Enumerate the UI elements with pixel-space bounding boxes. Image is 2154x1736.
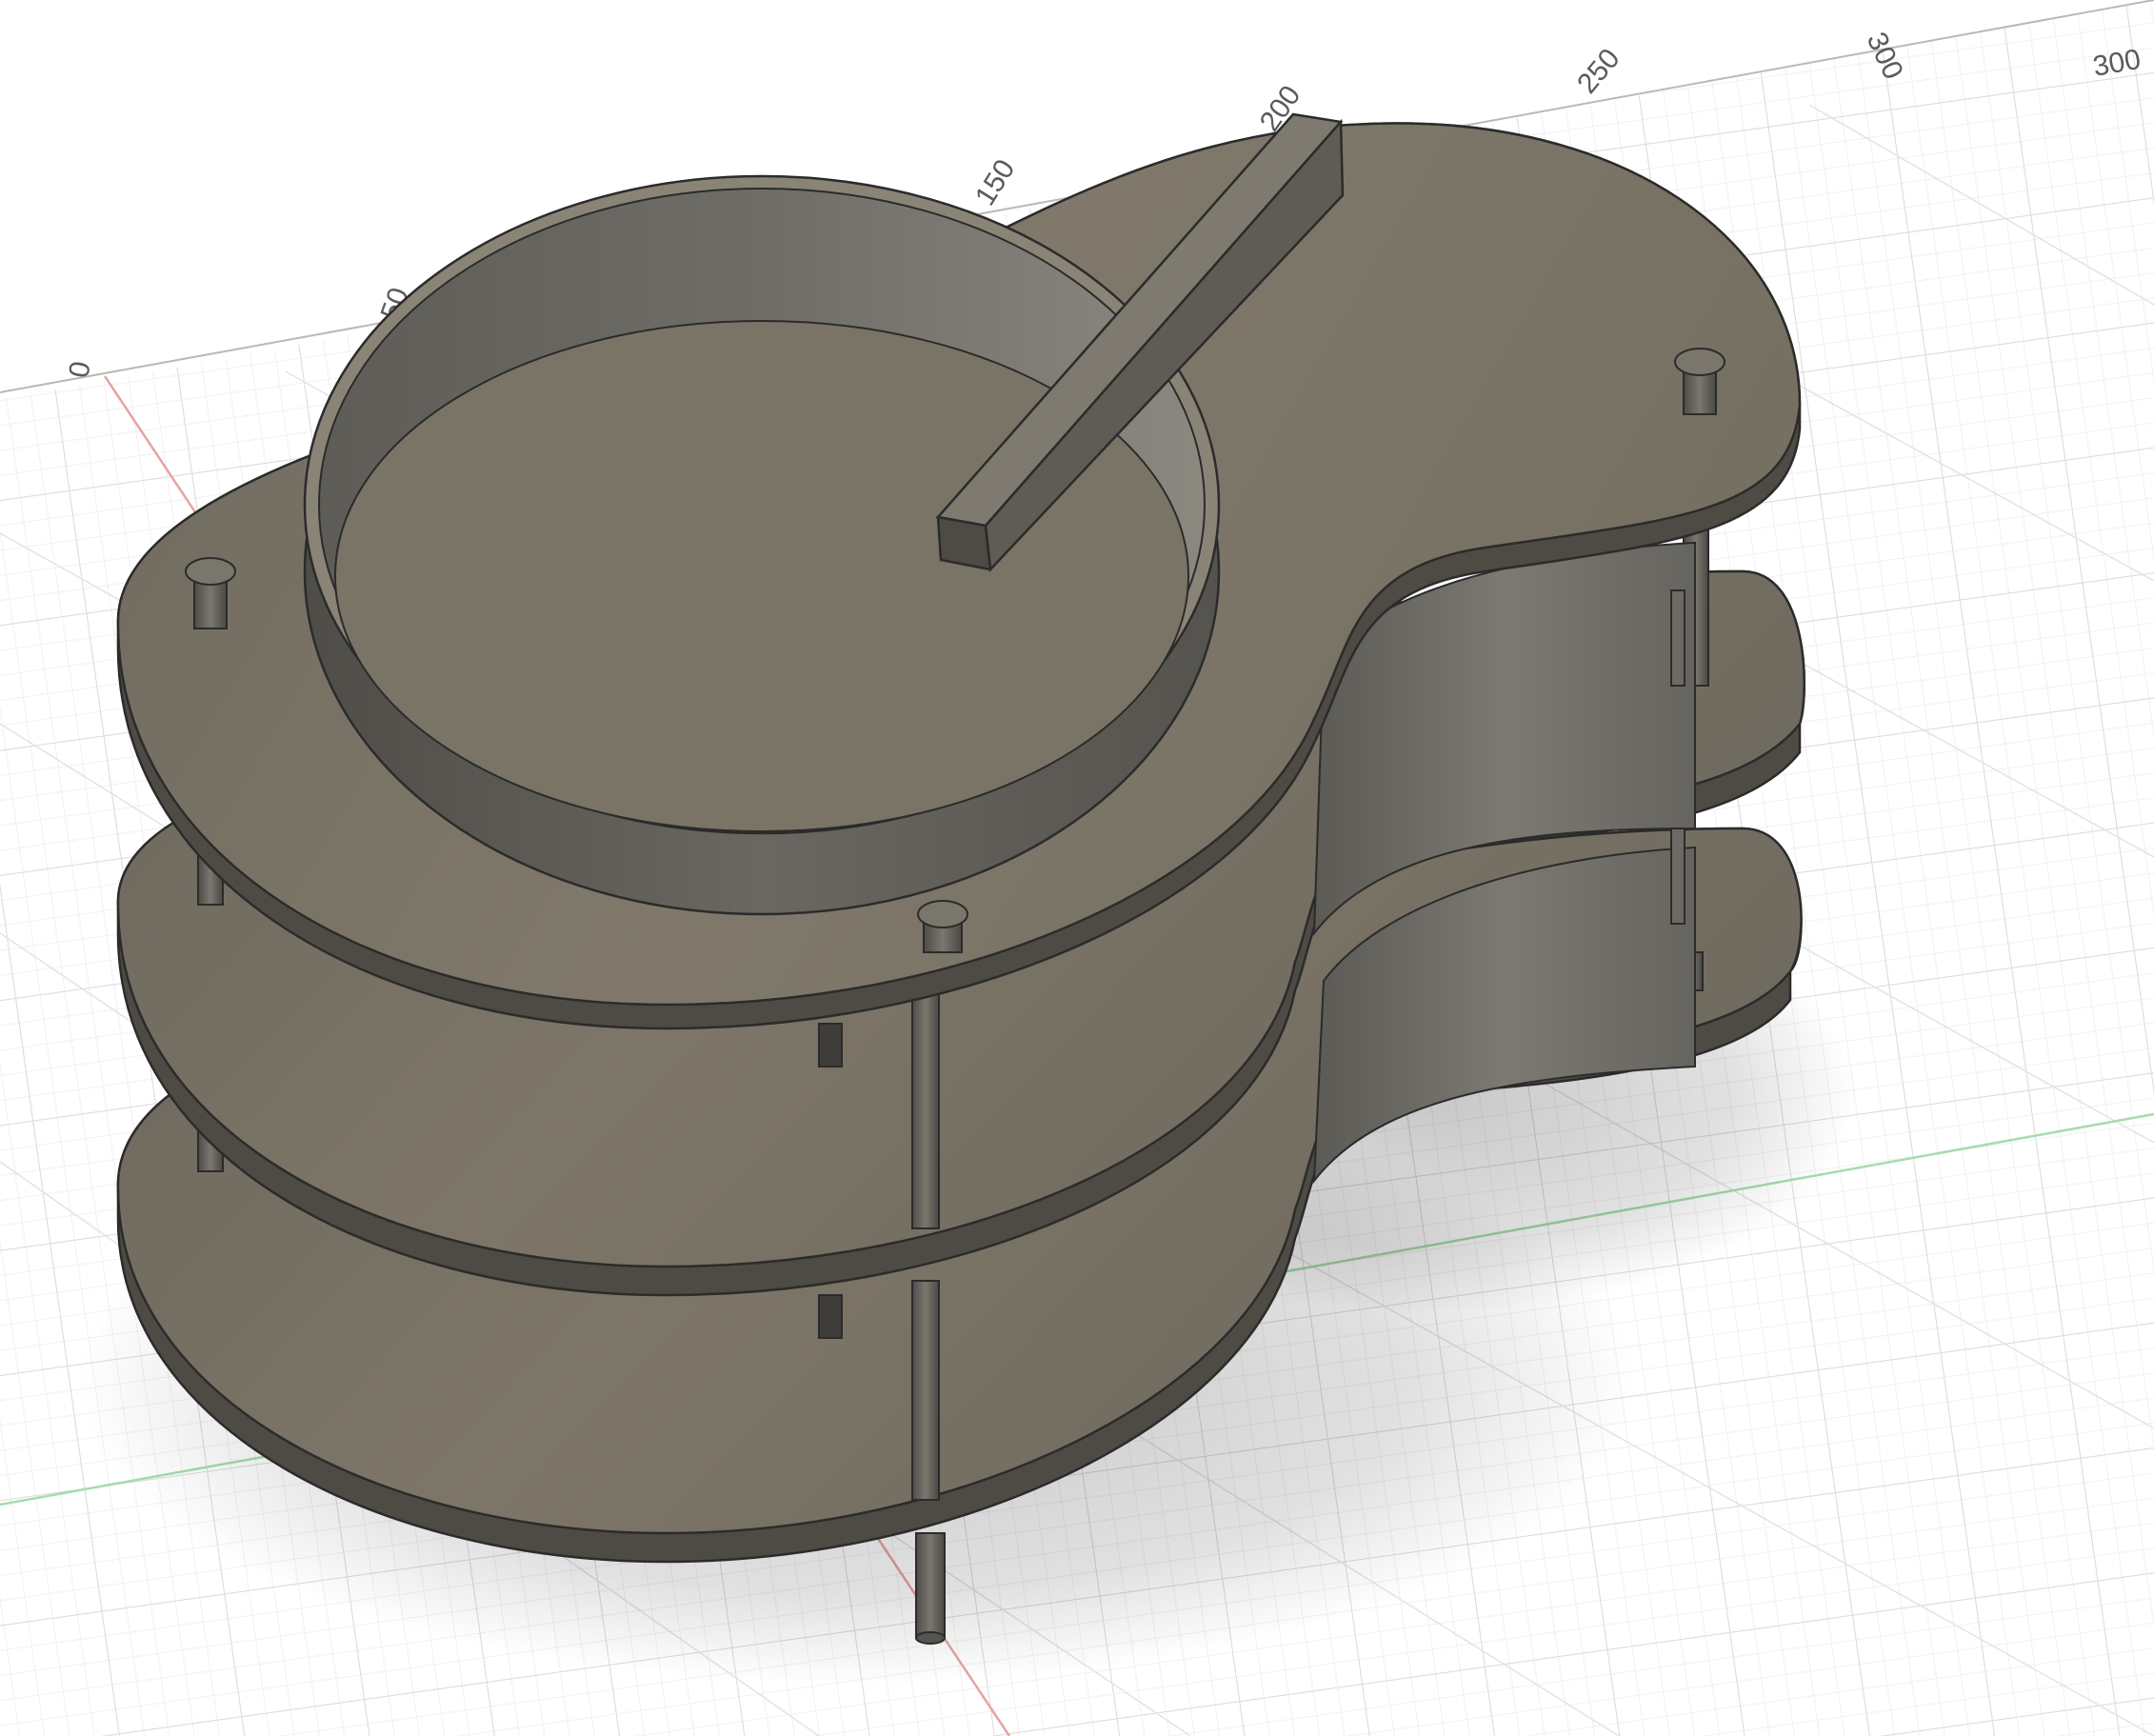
3d-viewport[interactable]: 0 50 100 150 200 250 300 300 bbox=[0, 0, 2154, 1736]
right-bracket-upper bbox=[1670, 589, 1685, 687]
bar-end-face bbox=[936, 515, 992, 571]
round-tray[interactable] bbox=[303, 174, 1221, 916]
upper-bracket bbox=[818, 1023, 843, 1068]
ruler-label-0: 0 bbox=[63, 359, 96, 380]
right-bracket-lower bbox=[1670, 828, 1685, 925]
ruler-label-150: 150 bbox=[969, 154, 1022, 211]
lower-bracket bbox=[818, 1294, 843, 1339]
viewport-canvas[interactable]: 0 50 100 150 200 250 300 300 bbox=[0, 0, 2154, 1736]
ruler-label-250: 250 bbox=[1571, 43, 1625, 100]
